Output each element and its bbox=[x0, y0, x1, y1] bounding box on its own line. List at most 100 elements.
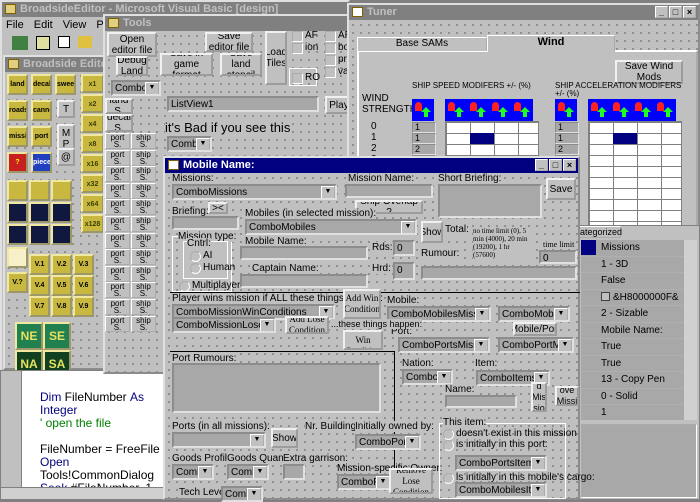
tools-title-bar[interactable]: Tools bbox=[105, 16, 351, 31]
land-tool-icon[interactable]: land bbox=[7, 74, 28, 95]
checkbox-ion[interactable]: ion bbox=[292, 42, 318, 54]
save-land-stencil-button[interactable]: Save land stencil bbox=[220, 53, 262, 76]
pieces-tool-icon[interactable]: pieces bbox=[31, 152, 52, 173]
checkbox-af[interactable]: AF bbox=[292, 30, 318, 42]
mobile-title-bar[interactable]: Mobile Name: _ □ × bbox=[165, 158, 578, 173]
close-icon[interactable]: × bbox=[563, 159, 576, 171]
ship-s-SAT-button[interactable]: ship S.SAT bbox=[131, 282, 156, 299]
letter-button[interactable]: @ bbox=[57, 148, 75, 166]
mission-owner-combo[interactable]: ComboPortOw bbox=[337, 474, 392, 490]
zoom-x64-button[interactable]: x64 bbox=[81, 194, 104, 213]
lose-conditions-combo[interactable]: ComboMissionLoseConditio bbox=[172, 317, 276, 333]
port-s-ZUU-button[interactable]: port S.ZUU bbox=[105, 315, 130, 332]
ship-s-BEN-button[interactable]: ship S.BEN bbox=[131, 149, 156, 166]
accel-base-value-input[interactable]: 2 bbox=[555, 144, 579, 155]
port-s-DRN-button[interactable]: port S.DRN bbox=[105, 182, 130, 199]
ship-s-DRN-button[interactable]: ship S.DRN bbox=[131, 182, 156, 199]
add-mission-item-button[interactable]: d Mis sio bbox=[531, 382, 547, 412]
ship-s-PAN-button[interactable]: ship S.PAN bbox=[131, 232, 156, 249]
hrd-input[interactable]: 0 bbox=[393, 262, 415, 280]
radio-in-port[interactable]: is initially in this port: bbox=[443, 439, 548, 451]
swap-button[interactable]: >< bbox=[208, 202, 228, 214]
mobile-port-button[interactable]: Mobile/Port bbox=[513, 322, 557, 336]
accel-selected-cell[interactable] bbox=[613, 133, 637, 144]
port-s-BEN-button[interactable]: port S.BEN bbox=[105, 149, 130, 166]
brush-size-button[interactable] bbox=[51, 180, 72, 201]
extra-garrison-input[interactable] bbox=[283, 464, 305, 480]
show-button[interactable]: Show bbox=[421, 221, 443, 243]
view-V.7-button[interactable]: V.7 bbox=[29, 296, 50, 317]
load-tiles-button[interactable]: Load Tiles bbox=[265, 31, 287, 85]
tuner-title-bar[interactable]: Tuner _ □ × bbox=[349, 5, 698, 20]
accel-base-value-input[interactable]: 1 bbox=[555, 133, 579, 144]
port-s-ANG-button[interactable]: port S.ANG bbox=[105, 133, 130, 149]
property-row[interactable]: 13 - Copy Pen bbox=[581, 372, 684, 389]
zoom-x1-button[interactable]: x1 bbox=[81, 74, 104, 93]
remove-win-condition-button[interactable]: Remove Win Condition bbox=[343, 330, 383, 350]
mission-tool-icon[interactable]: mission bbox=[7, 126, 28, 147]
checkbox-ro[interactable]: RO bbox=[292, 72, 320, 84]
goods-quantity-combo[interactable]: ComboG bbox=[227, 464, 269, 480]
mobile-mission-combo[interactable]: ComboMobileMissi bbox=[498, 306, 570, 322]
ship-s-NAT-button[interactable]: ship S.NAT bbox=[131, 216, 156, 232]
roads-tool-icon[interactable]: roads bbox=[7, 100, 28, 121]
ship-s-BOS-button[interactable]: ship S.BOS bbox=[131, 166, 156, 183]
port-mission-combo[interactable]: ComboPortMission bbox=[498, 337, 574, 353]
owned-by-combo[interactable]: ComboPortOwn bbox=[355, 434, 421, 450]
speed-base-value-input[interactable]: 1 bbox=[412, 133, 436, 144]
open-editor-file-button[interactable]: Open editor file bbox=[107, 32, 157, 57]
zoom-x2-button[interactable]: x2 bbox=[81, 94, 104, 113]
minimize-icon[interactable]: _ bbox=[655, 6, 668, 18]
radio-ai[interactable]: AI bbox=[190, 250, 212, 262]
property-row[interactable]: &H8000000F& bbox=[581, 290, 684, 306]
decal-s-button[interactable]: decal S. bbox=[105, 114, 133, 132]
region-SE-button[interactable]: SE bbox=[43, 322, 71, 350]
save-editor-file-button[interactable]: Save editor file bbox=[205, 32, 253, 52]
remove-lose-condition-button[interactable]: Remove Lose Condition bbox=[389, 468, 433, 494]
view-V.9-button[interactable]: V.9 bbox=[73, 296, 94, 317]
ship-s-ZUU-button[interactable]: ship S.ZUU bbox=[131, 315, 156, 332]
code-editor[interactable]: Dim FileNumber As Integer ' open the file… bbox=[21, 371, 166, 495]
brush-size-button[interactable] bbox=[51, 202, 72, 223]
view-V.6-button[interactable]: V.6 bbox=[73, 275, 94, 296]
zoom-x128-button[interactable]: x128 bbox=[81, 214, 104, 233]
save-game-format-button[interactable]: Save in game format bbox=[160, 53, 213, 76]
show-ports-button[interactable]: Show bbox=[271, 428, 298, 448]
mobile-where-combo[interactable]: ComboMobilesItemWher bbox=[455, 482, 547, 498]
checkbox-pr[interactable]: pr bbox=[325, 54, 347, 66]
port-cond-combo[interactable]: ComboPortsMissionCond bbox=[398, 337, 490, 353]
speed-base-value-input[interactable]: 1 bbox=[412, 122, 436, 133]
briefing-input[interactable] bbox=[172, 216, 239, 230]
view-V.2-button[interactable]: V.2 bbox=[51, 254, 72, 275]
property-row[interactable]: 1 - 3D bbox=[581, 257, 684, 273]
ship-s-ANG-button[interactable]: ship S.ANG bbox=[131, 133, 156, 149]
listview1[interactable]: ListView1 bbox=[167, 96, 319, 112]
speed-selected-cell[interactable] bbox=[470, 133, 494, 144]
land-s-button[interactable]: land S. bbox=[105, 98, 133, 114]
checkbox-va[interactable]: va bbox=[325, 66, 349, 78]
property-row[interactable]: Missions bbox=[581, 240, 684, 257]
port-s-PAN-button[interactable]: port S.PAN bbox=[105, 232, 130, 249]
menu-editor-icon[interactable] bbox=[58, 36, 70, 48]
code-scrollbar[interactable] bbox=[1, 487, 166, 499]
port-s-NAT-button[interactable]: port S.NAT bbox=[105, 216, 130, 232]
remove-mission-item-button[interactable]: ove Missi bbox=[555, 386, 579, 406]
port-s-BOS-button[interactable]: port S.BOS bbox=[105, 166, 130, 183]
port-s-SAT-button[interactable]: port S.SAT bbox=[105, 282, 130, 299]
port-where-combo[interactable]: ComboPortsItemWhere bbox=[455, 455, 547, 471]
mobiles-combo[interactable]: ComboMobiles bbox=[245, 219, 417, 235]
-tool-icon[interactable]: ? bbox=[7, 152, 28, 173]
zoom-x8-button[interactable]: x8 bbox=[81, 134, 104, 153]
property-row[interactable]: True bbox=[581, 339, 684, 356]
menu-view[interactable]: View bbox=[63, 19, 87, 31]
rds-input[interactable]: 0 bbox=[393, 240, 415, 256]
port-tool-icon[interactable]: port bbox=[31, 126, 52, 147]
checkbox-bo[interactable]: bo bbox=[325, 42, 349, 54]
add-lose-condition-button[interactable]: Add Lose Condition bbox=[285, 316, 329, 334]
view-V.?-button[interactable]: V.? bbox=[7, 272, 28, 293]
missions-combo[interactable]: ComboMissions bbox=[172, 184, 337, 200]
sweeper-tool-icon[interactable]: sweeper bbox=[55, 74, 76, 95]
captain-name-input[interactable] bbox=[240, 274, 368, 288]
property-row[interactable]: True bbox=[581, 356, 684, 372]
name-input[interactable] bbox=[445, 395, 517, 408]
